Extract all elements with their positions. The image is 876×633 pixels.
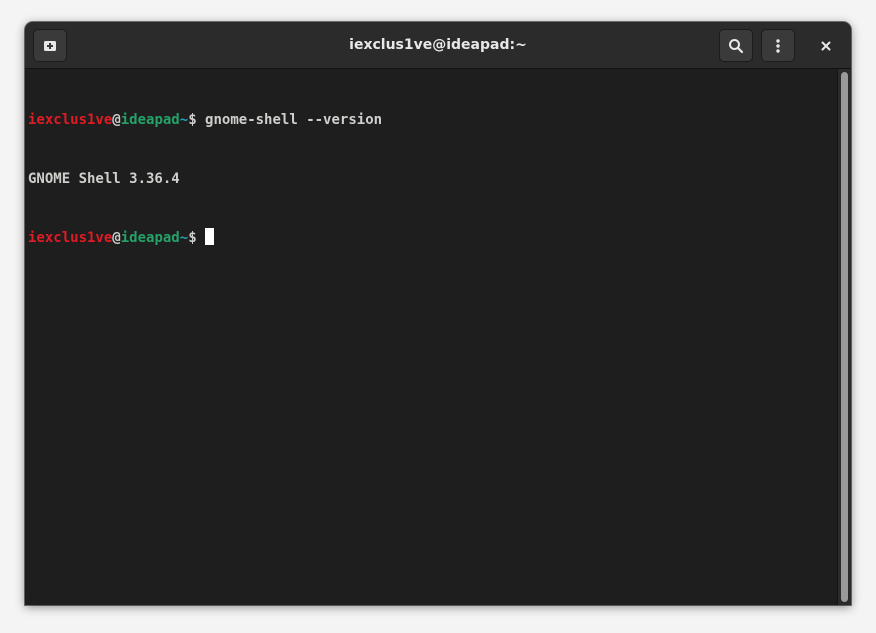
- prompt-symbol: $: [188, 112, 197, 128]
- output-line: GNOME Shell 3.36.4: [28, 170, 837, 190]
- new-tab-icon: [44, 40, 56, 51]
- prompt-line: iexclus1ve@ideapad~$: [28, 228, 837, 248]
- scrollbar[interactable]: [837, 69, 851, 605]
- prompt-line: iexclus1ve@ideapad~$ gnome-shell --versi…: [28, 111, 837, 131]
- terminal-output[interactable]: iexclus1ve@ideapad~$ gnome-shell --versi…: [25, 69, 837, 605]
- kebab-menu-icon: [776, 38, 780, 53]
- prompt-user: iexclus1ve: [28, 230, 113, 246]
- prompt-at: @: [112, 230, 121, 246]
- menu-button[interactable]: [761, 29, 795, 62]
- prompt-path: ~: [179, 230, 189, 246]
- prompt-host: ideapad: [120, 112, 180, 128]
- prompt-at: @: [112, 112, 121, 128]
- prompt-host: ideapad: [120, 230, 180, 246]
- search-button[interactable]: [719, 29, 753, 62]
- command-text: [197, 230, 205, 246]
- close-button[interactable]: [811, 29, 841, 62]
- header-bar: iexclus1ve@ideapad:~: [25, 22, 851, 69]
- terminal-window: iexclus1ve@ideapad:~ iexclus1ve@ideapad~…: [25, 22, 851, 605]
- prompt-user: iexclus1ve: [28, 112, 113, 128]
- close-icon: [821, 41, 831, 50]
- search-icon: [729, 38, 744, 53]
- prompt-path: ~: [179, 112, 189, 128]
- command-text: gnome-shell --version: [196, 112, 383, 128]
- scrollbar-thumb[interactable]: [841, 72, 848, 602]
- text-cursor: [205, 228, 215, 245]
- prompt-symbol: $: [188, 230, 197, 246]
- new-tab-button[interactable]: [33, 29, 67, 62]
- output-text: GNOME Shell 3.36.4: [28, 170, 180, 187]
